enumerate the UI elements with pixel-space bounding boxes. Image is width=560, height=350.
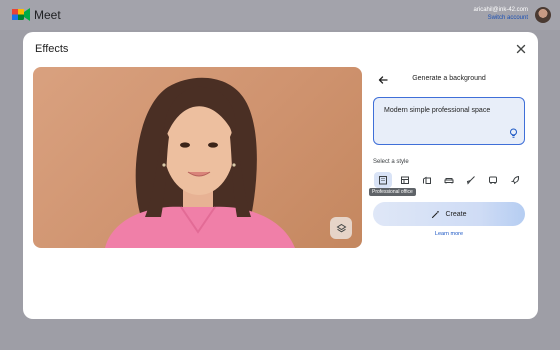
storefront-icon — [401, 176, 409, 184]
lightbulb-icon[interactable] — [509, 128, 518, 139]
style-professional-office-button[interactable] — [374, 172, 392, 188]
panel-title: Generate a background — [412, 75, 486, 82]
create-label: Create — [445, 210, 467, 218]
google-meet-logo-icon — [12, 8, 30, 21]
avatar[interactable] — [535, 7, 551, 23]
style-label: Select a style — [373, 159, 409, 165]
apartment-icon — [423, 176, 431, 184]
sofa-icon — [444, 178, 454, 184]
style-paint-brush-button[interactable] — [462, 172, 480, 188]
rocket-icon — [511, 175, 520, 185]
layers-icon — [336, 223, 346, 232]
style-sofa-button[interactable] — [440, 172, 458, 188]
learn-more-link[interactable]: Learn more — [373, 231, 525, 237]
generate-background-panel: Generate a background Modern simple prof… — [369, 67, 525, 287]
close-icon[interactable] — [514, 42, 528, 56]
prompt-input[interactable]: Modern simple professional space — [373, 97, 525, 145]
switch-account-link[interactable]: Switch account — [474, 14, 528, 22]
account-info: aricahil@ink-42.com Switch account — [474, 6, 528, 22]
dialog-title: Effects — [35, 43, 69, 55]
office-building-icon — [379, 176, 387, 185]
effects-dialog: Effects Generate a background Modern sim… — [23, 32, 538, 319]
video-preview — [33, 67, 362, 248]
background-layers-button[interactable] — [330, 217, 352, 239]
style-selector — [373, 172, 525, 188]
app-title: Meet — [34, 8, 61, 22]
paint-brush-icon — [466, 176, 475, 185]
account-email: aricahil@ink-42.com — [473, 7, 528, 13]
style-bus-button[interactable] — [484, 172, 502, 188]
style-tooltip: Professional office — [369, 188, 416, 196]
create-button[interactable]: Create — [373, 202, 525, 226]
top-bar: Meet aricahil@ink-42.com Switch account — [0, 0, 560, 30]
style-apartment-button[interactable] — [418, 172, 436, 188]
style-rocket-button[interactable] — [506, 172, 524, 188]
prompt-text[interactable]: Modern simple professional space — [384, 107, 490, 114]
bus-icon — [489, 176, 497, 184]
style-storefront-button[interactable] — [396, 172, 414, 188]
self-view-person — [105, 77, 295, 248]
magic-wand-icon — [432, 210, 440, 218]
